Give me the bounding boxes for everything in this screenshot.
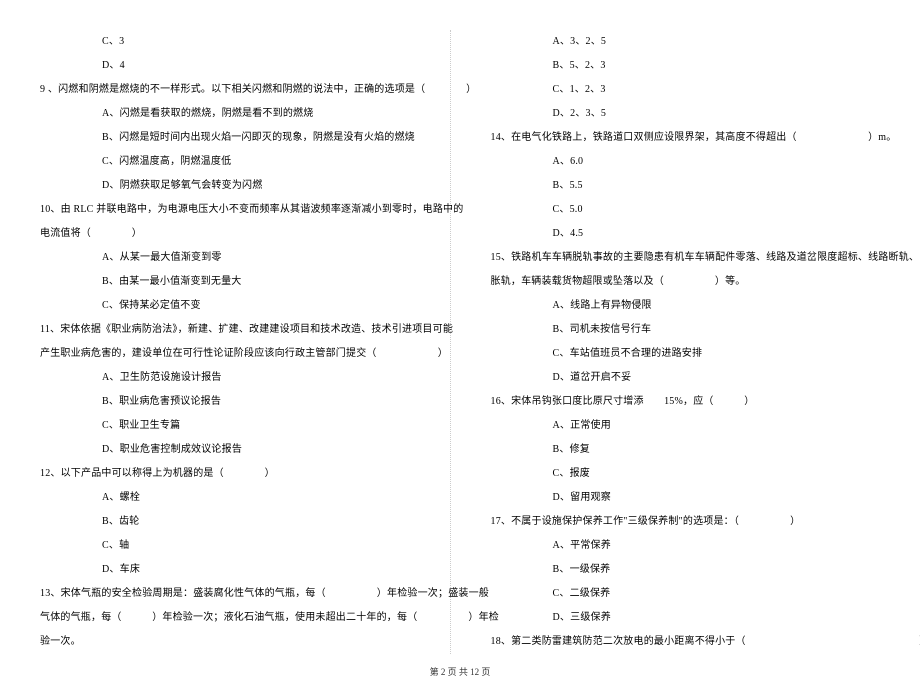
option-10c: C、保持某必定值不变 xyxy=(40,294,430,318)
option-8c: C、3 xyxy=(40,30,430,54)
option-12d: D、车床 xyxy=(40,558,430,582)
option-17a: A、平常保养 xyxy=(491,534,881,558)
question-18: 18、第二类防雷建筑防范二次放电的最小距离不得小于（ ） xyxy=(491,630,881,654)
option-13b: B、5、2、3 xyxy=(491,54,881,78)
option-14c: C、5.0 xyxy=(491,198,881,222)
option-8d: D、4 xyxy=(40,54,430,78)
option-13d: D、2、3、5 xyxy=(491,102,881,126)
question-13-line2: 气体的气瓶，每（ ）年检验一次；液化石油气瓶，使用未超出二十年的，每（ ）年检 xyxy=(40,606,430,630)
option-13a: A、3、2、5 xyxy=(491,30,881,54)
question-11-line1: 11、宋体依据《职业病防治法》，新建、扩建、改建建设项目和技术改造、技术引进项目… xyxy=(40,318,430,342)
option-10b: B、由某一最小值渐变到无量大 xyxy=(40,270,430,294)
option-11a: A、卫生防范设施设计报告 xyxy=(40,366,430,390)
page-footer: 第 2 页 共 12 页 xyxy=(0,665,920,678)
question-17: 17、不属于设施保护保养工作"三级保养制"的选项是：（ ） xyxy=(491,510,881,534)
question-15-line1: 15、铁路机车车辆脱轨事故的主要隐患有机车车辆配件零落、线路及道岔限度超标、线路… xyxy=(491,246,881,270)
question-9: 9 、闪燃和阴燃是燃烧的不一样形式。以下相关闪燃和阴燃的说法中，正确的选项是（ … xyxy=(40,78,430,102)
question-10-line2: 电流值将（ ） xyxy=(40,222,430,246)
question-14: 14、在电气化铁路上，铁路道口双侧应设限界架，其高度不得超出（ ）m。 xyxy=(491,126,881,150)
option-10a: A、从某一最大值渐变到零 xyxy=(40,246,430,270)
question-15-line2: 胀轨，车辆装载货物超限或坠落以及（ ）等。 xyxy=(491,270,881,294)
left-column: C、3 D、4 9 、闪燃和阴燃是燃烧的不一样形式。以下相关闪燃和阴燃的说法中，… xyxy=(40,30,451,654)
option-16a: A、正常使用 xyxy=(491,414,881,438)
option-13c: C、1、2、3 xyxy=(491,78,881,102)
option-15b: B、司机未按信号行车 xyxy=(491,318,881,342)
option-17d: D、三级保养 xyxy=(491,606,881,630)
option-11b: B、职业病危害预议论报告 xyxy=(40,390,430,414)
option-12c: C、轴 xyxy=(40,534,430,558)
option-16c: C、报废 xyxy=(491,462,881,486)
question-16: 16、宋体吊钩张口度比原尺寸增添 15%，应（ ） xyxy=(491,390,881,414)
option-9b: B、闪燃是短时间内出现火焰一闪即灭的现象，阴燃是没有火焰的燃烧 xyxy=(40,126,430,150)
option-14d: D、4.5 xyxy=(491,222,881,246)
exam-page: C、3 D、4 9 、闪燃和阴燃是燃烧的不一样形式。以下相关闪燃和阴燃的说法中，… xyxy=(0,0,920,674)
question-12: 12、以下产品中可以称得上为机器的是（ ） xyxy=(40,462,430,486)
option-17b: B、一级保养 xyxy=(491,558,881,582)
option-9a: A、闪燃是看获取的燃烧，阴燃是看不到的燃烧 xyxy=(40,102,430,126)
option-16b: B、修复 xyxy=(491,438,881,462)
question-11-line2: 产生职业病危害的，建设单位在可行性论证阶段应该向行政主管部门提交（ ） xyxy=(40,342,430,366)
option-12a: A、螺栓 xyxy=(40,486,430,510)
option-12b: B、齿轮 xyxy=(40,510,430,534)
question-10-line1: 10、由 RLC 并联电路中，为电源电压大小不变而频率从其谐波频率逐渐减小到零时… xyxy=(40,198,430,222)
option-15a: A、线路上有异物侵限 xyxy=(491,294,881,318)
option-9c: C、闪燃温度高，阴燃温度低 xyxy=(40,150,430,174)
question-13-line3: 验一次。 xyxy=(40,630,430,654)
right-column: A、3、2、5 B、5、2、3 C、1、2、3 D、2、3、5 14、在电气化铁… xyxy=(491,30,881,654)
option-17c: C、二级保养 xyxy=(491,582,881,606)
option-14a: A、6.0 xyxy=(491,150,881,174)
option-14b: B、5.5 xyxy=(491,174,881,198)
option-15c: C、车站值班员不合理的进路安排 xyxy=(491,342,881,366)
option-15d: D、道岔开启不妥 xyxy=(491,366,881,390)
option-11c: C、职业卫生专篇 xyxy=(40,414,430,438)
option-11d: D、职业危害控制成效议论报告 xyxy=(40,438,430,462)
question-13-line1: 13、宋体气瓶的安全检验周期是：盛装腐化性气体的气瓶，每（ ）年检验一次；盛装一… xyxy=(40,582,430,606)
option-9d: D、阴燃获取足够氧气会转变为闪燃 xyxy=(40,174,430,198)
option-16d: D、留用观察 xyxy=(491,486,881,510)
